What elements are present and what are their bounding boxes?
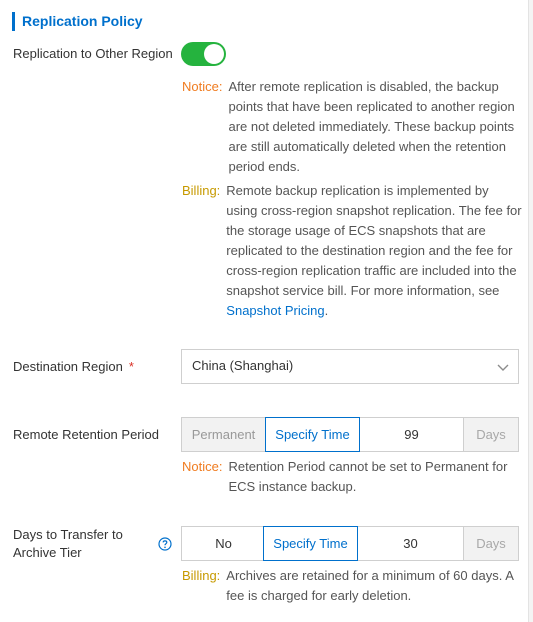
destination-label-text: Destination Region bbox=[13, 359, 123, 374]
destination-region-select[interactable]: China (Shanghai) bbox=[181, 349, 519, 384]
retention-days-unit: Days bbox=[463, 417, 519, 452]
billing-end: . bbox=[324, 303, 329, 318]
help-circle-icon[interactable] bbox=[158, 537, 172, 551]
section-title: Replication Policy bbox=[12, 12, 143, 31]
replication-label: Replication to Other Region bbox=[13, 46, 173, 61]
replication-notice: Notice: After remote replication is disa… bbox=[182, 77, 522, 177]
destination-label: Destination Region * bbox=[13, 358, 134, 376]
archive-no-option[interactable]: No bbox=[181, 526, 266, 561]
notice-tag: Notice: bbox=[182, 459, 223, 474]
billing-body: Remote backup replication is implemented… bbox=[226, 181, 522, 321]
retention-permanent-option[interactable]: Permanent bbox=[181, 417, 266, 452]
archive-label: Days to Transfer to Archive Tier bbox=[13, 527, 123, 560]
destination-region-value: China (Shanghai) bbox=[192, 358, 294, 373]
snapshot-pricing-link[interactable]: Snapshot Pricing bbox=[226, 303, 324, 318]
chevron-down-icon bbox=[497, 364, 509, 371]
billing-text: Archives are retained for a minimum of 6… bbox=[226, 568, 514, 603]
retention-days-input[interactable]: 99 bbox=[359, 417, 464, 452]
required-mark: * bbox=[128, 359, 134, 374]
retention-specify-time-option[interactable]: Specify Time bbox=[265, 417, 360, 452]
retention-notice: Notice: Retention Period cannot be set t… bbox=[182, 457, 522, 497]
notice-text: Retention Period cannot be set to Perman… bbox=[228, 459, 508, 494]
archive-days-unit: Days bbox=[463, 526, 519, 561]
notice-text: After remote replication is disabled, th… bbox=[228, 79, 515, 174]
replication-toggle[interactable] bbox=[181, 42, 226, 66]
billing-tag: Billing: bbox=[182, 183, 221, 198]
billing-text: Remote backup replication is implemented… bbox=[226, 183, 522, 298]
retention-label: Remote Retention Period bbox=[13, 427, 159, 442]
archive-days-input[interactable]: 30 bbox=[357, 526, 464, 561]
archive-specify-time-option[interactable]: Specify Time bbox=[263, 526, 358, 561]
archive-billing: Billing: Archives are retained for a min… bbox=[182, 566, 522, 606]
scrollbar-track[interactable] bbox=[529, 0, 533, 622]
toggle-knob bbox=[204, 44, 224, 64]
notice-tag: Notice: bbox=[182, 79, 223, 94]
replication-billing: Billing: Remote backup replication is im… bbox=[182, 181, 522, 321]
billing-tag: Billing: bbox=[182, 568, 221, 583]
